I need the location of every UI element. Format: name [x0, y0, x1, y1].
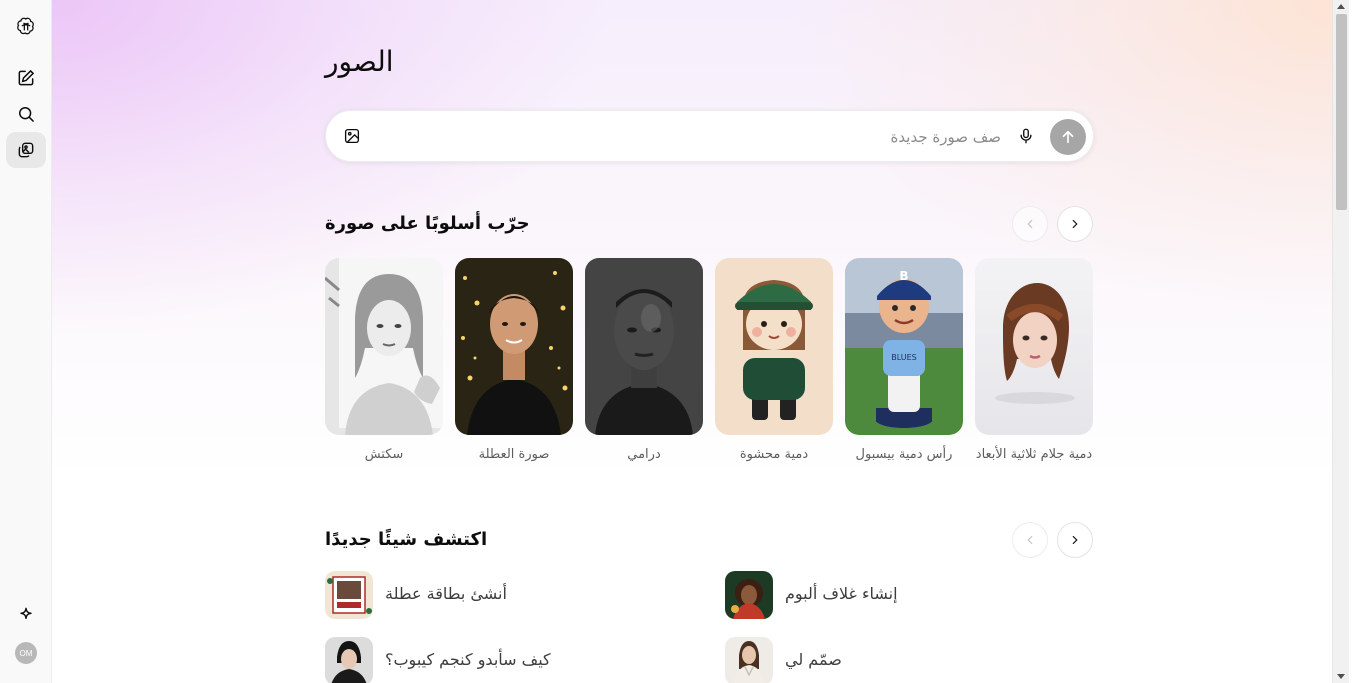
- discover-label: أنشئ بطاقة عطلة: [385, 584, 507, 603]
- styles-section-title: جرّب أسلوبًا على صورة: [325, 213, 530, 234]
- discover-thumbnail: [725, 637, 773, 683]
- style-thumbnail: [325, 258, 443, 435]
- chevron-right-icon: [1072, 535, 1078, 545]
- scroll-up-arrow-icon[interactable]: [1337, 4, 1345, 9]
- edit-icon: [18, 69, 35, 86]
- styles-prev-button[interactable]: [1012, 206, 1048, 242]
- style-thumbnail: [715, 258, 833, 435]
- style-label: رأس دمية بيسبول: [855, 447, 953, 462]
- explore-button[interactable]: [6, 597, 46, 633]
- image-prompt-composer: [325, 110, 1094, 162]
- search-icon: [19, 107, 34, 122]
- upload-image-button[interactable]: [341, 125, 363, 147]
- style-thumbnail: BLUES B: [845, 258, 963, 435]
- left-sidebar: OM: [0, 0, 52, 683]
- styles-next-button[interactable]: [1057, 206, 1093, 242]
- discover-thumbnail: [325, 571, 373, 619]
- page-scrollbar[interactable]: [1332, 0, 1349, 683]
- discover-thumbnail: [725, 571, 773, 619]
- discover-item-design-me[interactable]: صمّم لي: [725, 637, 1105, 683]
- new-chat-button[interactable]: [6, 60, 46, 96]
- svg-text:B: B: [899, 269, 908, 283]
- scrollbar-thumb[interactable]: [1336, 14, 1347, 210]
- style-thumbnail: [455, 258, 573, 435]
- style-label: دمية محشوة: [739, 447, 809, 462]
- style-thumbnail: [585, 258, 703, 435]
- discover-section-title: اكتشف شيئًا جديدًا: [325, 529, 488, 550]
- style-card-holiday-portrait[interactable]: صورة العطلة: [455, 258, 573, 463]
- discover-label: إنشاء غلاف ألبوم: [785, 584, 898, 603]
- images-icon: [18, 142, 34, 158]
- page-title: الصور: [325, 45, 394, 78]
- scroll-down-arrow-icon[interactable]: [1337, 674, 1345, 679]
- style-card-baseball-bobblehead[interactable]: BLUES B رأس دمية بيسبول: [845, 258, 963, 463]
- arrow-up-icon: [1062, 130, 1074, 144]
- style-label: درامي: [627, 447, 661, 462]
- main-content: الصور صف صورة جديدة جرّب أسلوبًا على صور…: [52, 0, 1349, 683]
- discover-prev-button[interactable]: [1012, 522, 1048, 558]
- discover-label: صمّم لي: [785, 650, 842, 669]
- discover-thumbnail: [325, 637, 373, 683]
- style-label: سكتش: [364, 447, 404, 462]
- discover-item-album-cover[interactable]: إنشاء غلاف ألبوم: [725, 571, 1105, 619]
- style-card-stuffed-doll[interactable]: دمية محشوة: [715, 258, 833, 463]
- image-prompt-input[interactable]: [396, 125, 1001, 149]
- style-label: صورة العطلة: [478, 447, 550, 462]
- discover-item-kpop-star[interactable]: كيف سأبدو كنجم كيبوب؟: [325, 637, 705, 683]
- microphone-icon: [1020, 128, 1032, 144]
- chevron-left-icon: [1027, 535, 1033, 545]
- style-thumbnail: [975, 258, 1093, 435]
- openai-logo-icon[interactable]: [6, 8, 46, 44]
- svg-text:BLUES: BLUES: [891, 353, 917, 362]
- style-card-sketch[interactable]: سكتش: [325, 258, 443, 463]
- discover-label: كيف سأبدو كنجم كيبوب؟: [385, 650, 551, 669]
- discover-item-holiday-card[interactable]: أنشئ بطاقة عطلة: [325, 571, 705, 619]
- chevron-left-icon: [1027, 219, 1033, 229]
- image-upload-icon: [344, 128, 360, 144]
- voice-input-button[interactable]: [1015, 125, 1037, 147]
- style-card-3d-glam-doll[interactable]: دمية جلام ثلاثية الأبعاد: [975, 258, 1093, 463]
- chevron-right-icon: [1072, 219, 1078, 229]
- style-label: دمية جلام ثلاثية الأبعاد: [975, 447, 1093, 462]
- send-button[interactable]: [1050, 119, 1086, 155]
- avatar[interactable]: OM: [15, 642, 37, 664]
- images-button[interactable]: [6, 132, 46, 168]
- sparkle-icon: [20, 607, 32, 620]
- style-card-dramatic[interactable]: درامي: [585, 258, 703, 463]
- search-button[interactable]: [6, 96, 46, 132]
- discover-next-button[interactable]: [1057, 522, 1093, 558]
